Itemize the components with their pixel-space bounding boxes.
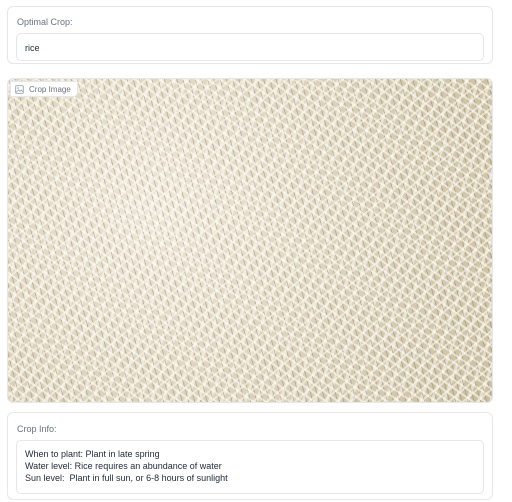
crop-image-label: Crop Image bbox=[29, 84, 71, 94]
crop-image bbox=[8, 79, 492, 402]
crop-image-badge: Crop Image bbox=[10, 81, 78, 97]
crop-info-block: Crop Info: When to plant: Plant in late … bbox=[7, 412, 493, 500]
crop-info-line-water: Water level: Rice requires an abundance … bbox=[25, 461, 222, 471]
crop-info-output[interactable]: When to plant: Plant in late spring Wate… bbox=[16, 440, 484, 494]
crop-info-line-plant: When to plant: Plant in late spring bbox=[25, 449, 160, 459]
crop-info-line-sun: Sun level: Plant in full sun, or 6-8 hou… bbox=[25, 473, 228, 483]
crop-info-label: Crop Info: bbox=[17, 424, 57, 434]
crop-image-block: Crop Image bbox=[7, 78, 493, 403]
image-icon bbox=[15, 84, 24, 94]
optimal-crop-block: Optimal Crop: rice bbox=[7, 6, 493, 64]
optimal-crop-label: Optimal Crop: bbox=[17, 17, 73, 27]
optimal-crop-output[interactable]: rice bbox=[16, 33, 484, 61]
